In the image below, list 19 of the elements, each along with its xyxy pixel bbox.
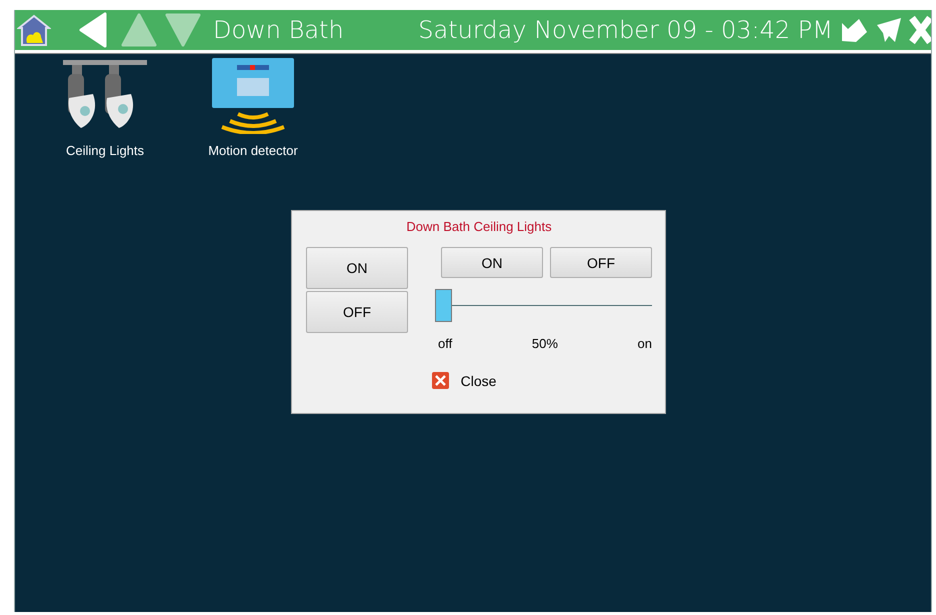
brightness-slider[interactable] [435,289,652,323]
device-label[interactable]: Motion detector [208,143,298,158]
motion-sensor-icon [212,58,294,134]
on-off-button[interactable]: OFF [550,247,652,278]
min-label: off [438,336,452,351]
close-icon [432,372,449,389]
on-off-button[interactable]: ON [306,247,408,289]
home-icon[interactable] [17,13,51,47]
on-off-button[interactable]: OFF [306,291,408,333]
level-reading: 50% [532,336,558,351]
date-time: Saturday November 09 - 03:42 PM [418,16,833,44]
on-off-button[interactable]: ON [441,247,543,278]
close-icon[interactable] [909,15,931,45]
dialog-title: Down Bath Ceiling Lights [406,219,552,234]
device-label[interactable]: Ceiling Lights [66,143,144,158]
slider-thumb[interactable] [435,289,452,322]
max-label: on [638,336,652,351]
room-title: Down Bath [213,16,344,44]
close-button[interactable]: Close [426,371,502,390]
